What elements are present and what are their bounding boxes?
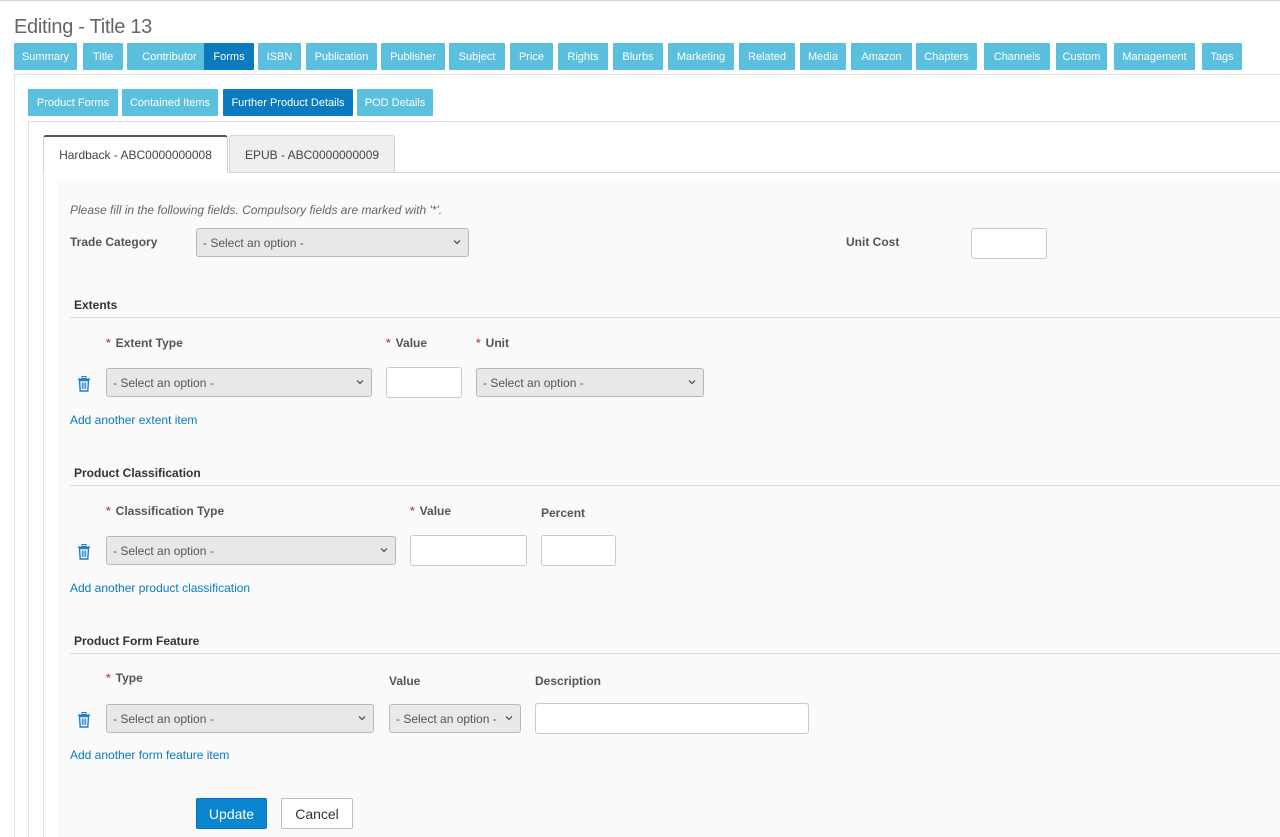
classification-value-input[interactable] — [410, 535, 527, 566]
form-area — [58, 181, 1280, 837]
required-marker: * — [410, 504, 415, 518]
classification-value-label-text: Value — [419, 504, 452, 518]
feature-type-label: * Type — [106, 671, 143, 685]
tab-price[interactable]: Price — [510, 43, 553, 70]
extent-value-input[interactable] — [386, 367, 462, 398]
variant-tab-epub[interactable]: EPUB - ABC0000000009 — [229, 135, 395, 173]
tab-summary[interactable]: Summary — [14, 43, 77, 70]
required-marker: * — [106, 504, 111, 518]
subtab-further-product-details[interactable]: Further Product Details — [223, 89, 353, 116]
tab-media[interactable]: Media — [800, 43, 846, 70]
tab-channels[interactable]: Channels — [984, 43, 1050, 70]
extent-type-label: * Extent Type — [106, 336, 183, 350]
required-marker: * — [476, 336, 481, 350]
tab-custom[interactable]: Custom — [1056, 43, 1107, 70]
classification-type-select[interactable]: - Select an option - — [106, 536, 396, 565]
classification-title: Product Classification — [74, 466, 201, 480]
tab-publisher[interactable]: Publisher — [381, 43, 445, 70]
chevron-down-icon — [380, 548, 388, 553]
update-button[interactable]: Update — [196, 798, 267, 829]
feature-description-input[interactable] — [535, 703, 809, 734]
tab-management[interactable]: Management — [1114, 43, 1195, 70]
trash-icon[interactable] — [77, 712, 91, 728]
trade-category-label: Trade Category — [70, 235, 158, 249]
unit-cost-input[interactable] — [971, 228, 1047, 259]
trash-icon[interactable] — [77, 544, 91, 560]
classification-percent-input[interactable] — [541, 535, 616, 566]
trash-icon[interactable] — [77, 376, 91, 392]
cancel-button[interactable]: Cancel — [281, 798, 353, 829]
trade-category-value: - Select an option - — [203, 235, 304, 250]
classification-value-label: * Value — [410, 504, 451, 518]
subtab-product-forms[interactable]: Product Forms — [28, 89, 118, 116]
form-hint: Please fill in the following fields. Com… — [70, 203, 443, 217]
add-classification-link[interactable]: Add another product classification — [70, 581, 250, 595]
extent-unit-value: - Select an option - — [483, 375, 584, 390]
tab-title[interactable]: Title — [83, 43, 123, 70]
required-marker: * — [106, 336, 111, 350]
divider — [43, 172, 1280, 173]
chevron-down-icon — [453, 240, 461, 245]
chevron-down-icon — [688, 380, 696, 385]
add-extent-link[interactable]: Add another extent item — [70, 413, 197, 427]
tab-tags[interactable]: Tags — [1202, 43, 1242, 70]
feature-value-select[interactable]: - Select an option - — [389, 704, 521, 733]
extent-unit-label-text: Unit — [485, 336, 509, 350]
tab-subject[interactable]: Subject — [449, 43, 505, 70]
tab-related[interactable]: Related — [739, 43, 795, 70]
required-marker: * — [106, 671, 111, 685]
feature-description-label: Description — [535, 674, 602, 688]
chevron-down-icon — [356, 380, 364, 385]
divider — [70, 485, 1280, 486]
tab-chapters[interactable]: Chapters — [916, 43, 977, 70]
extent-unit-label: * Unit — [476, 336, 509, 350]
tab-blurbs[interactable]: Blurbs — [613, 43, 663, 70]
page-title: Editing - Title 13 — [14, 16, 153, 38]
extent-value-label: * Value — [386, 336, 427, 350]
classification-percent-label: Percent — [541, 506, 586, 520]
add-form-feature-link[interactable]: Add another form feature item — [70, 748, 229, 762]
tab-rights[interactable]: Rights — [558, 43, 608, 70]
divider — [70, 317, 1280, 318]
unit-cost-label: Unit Cost — [846, 235, 900, 249]
tab-contributor[interactable]: Contributor — [127, 43, 212, 70]
feature-type-label-text: Type — [115, 671, 143, 685]
extent-value-label-text: Value — [395, 336, 428, 350]
trade-category-select[interactable]: - Select an option - — [196, 228, 469, 257]
feature-value-value: - Select an option - — [396, 711, 497, 726]
tab-amazon[interactable]: Amazon — [851, 43, 912, 70]
feature-value-label: Value — [389, 674, 421, 688]
classification-type-label: * Classification Type — [106, 504, 224, 518]
classification-type-value: - Select an option - — [113, 543, 214, 558]
classification-type-label-text: Classification Type — [115, 504, 225, 518]
tab-publication[interactable]: Publication — [306, 43, 377, 70]
required-marker: * — [386, 336, 391, 350]
chevron-down-icon — [505, 716, 513, 721]
form-feature-title: Product Form Feature — [74, 634, 200, 648]
tab-forms[interactable]: Forms — [204, 43, 254, 70]
chevron-down-icon — [358, 716, 366, 721]
divider — [43, 172, 44, 837]
subtab-pod-details[interactable]: POD Details — [357, 89, 433, 116]
extents-title: Extents — [74, 298, 118, 312]
subtab-contained-items[interactable]: Contained Items — [122, 89, 218, 116]
extent-unit-select[interactable]: - Select an option - — [476, 368, 704, 397]
extent-type-label-text: Extent Type — [115, 336, 183, 350]
feature-type-value: - Select an option - — [113, 711, 214, 726]
extent-type-select[interactable]: - Select an option - — [106, 368, 372, 397]
extent-type-value: - Select an option - — [113, 375, 214, 390]
feature-type-select[interactable]: - Select an option - — [106, 704, 374, 733]
tab-marketing[interactable]: Marketing — [668, 43, 734, 70]
divider — [70, 653, 1280, 654]
tab-isbn[interactable]: ISBN — [258, 43, 301, 70]
variant-tab-hardback[interactable]: Hardback - ABC0000000008 — [43, 135, 228, 173]
